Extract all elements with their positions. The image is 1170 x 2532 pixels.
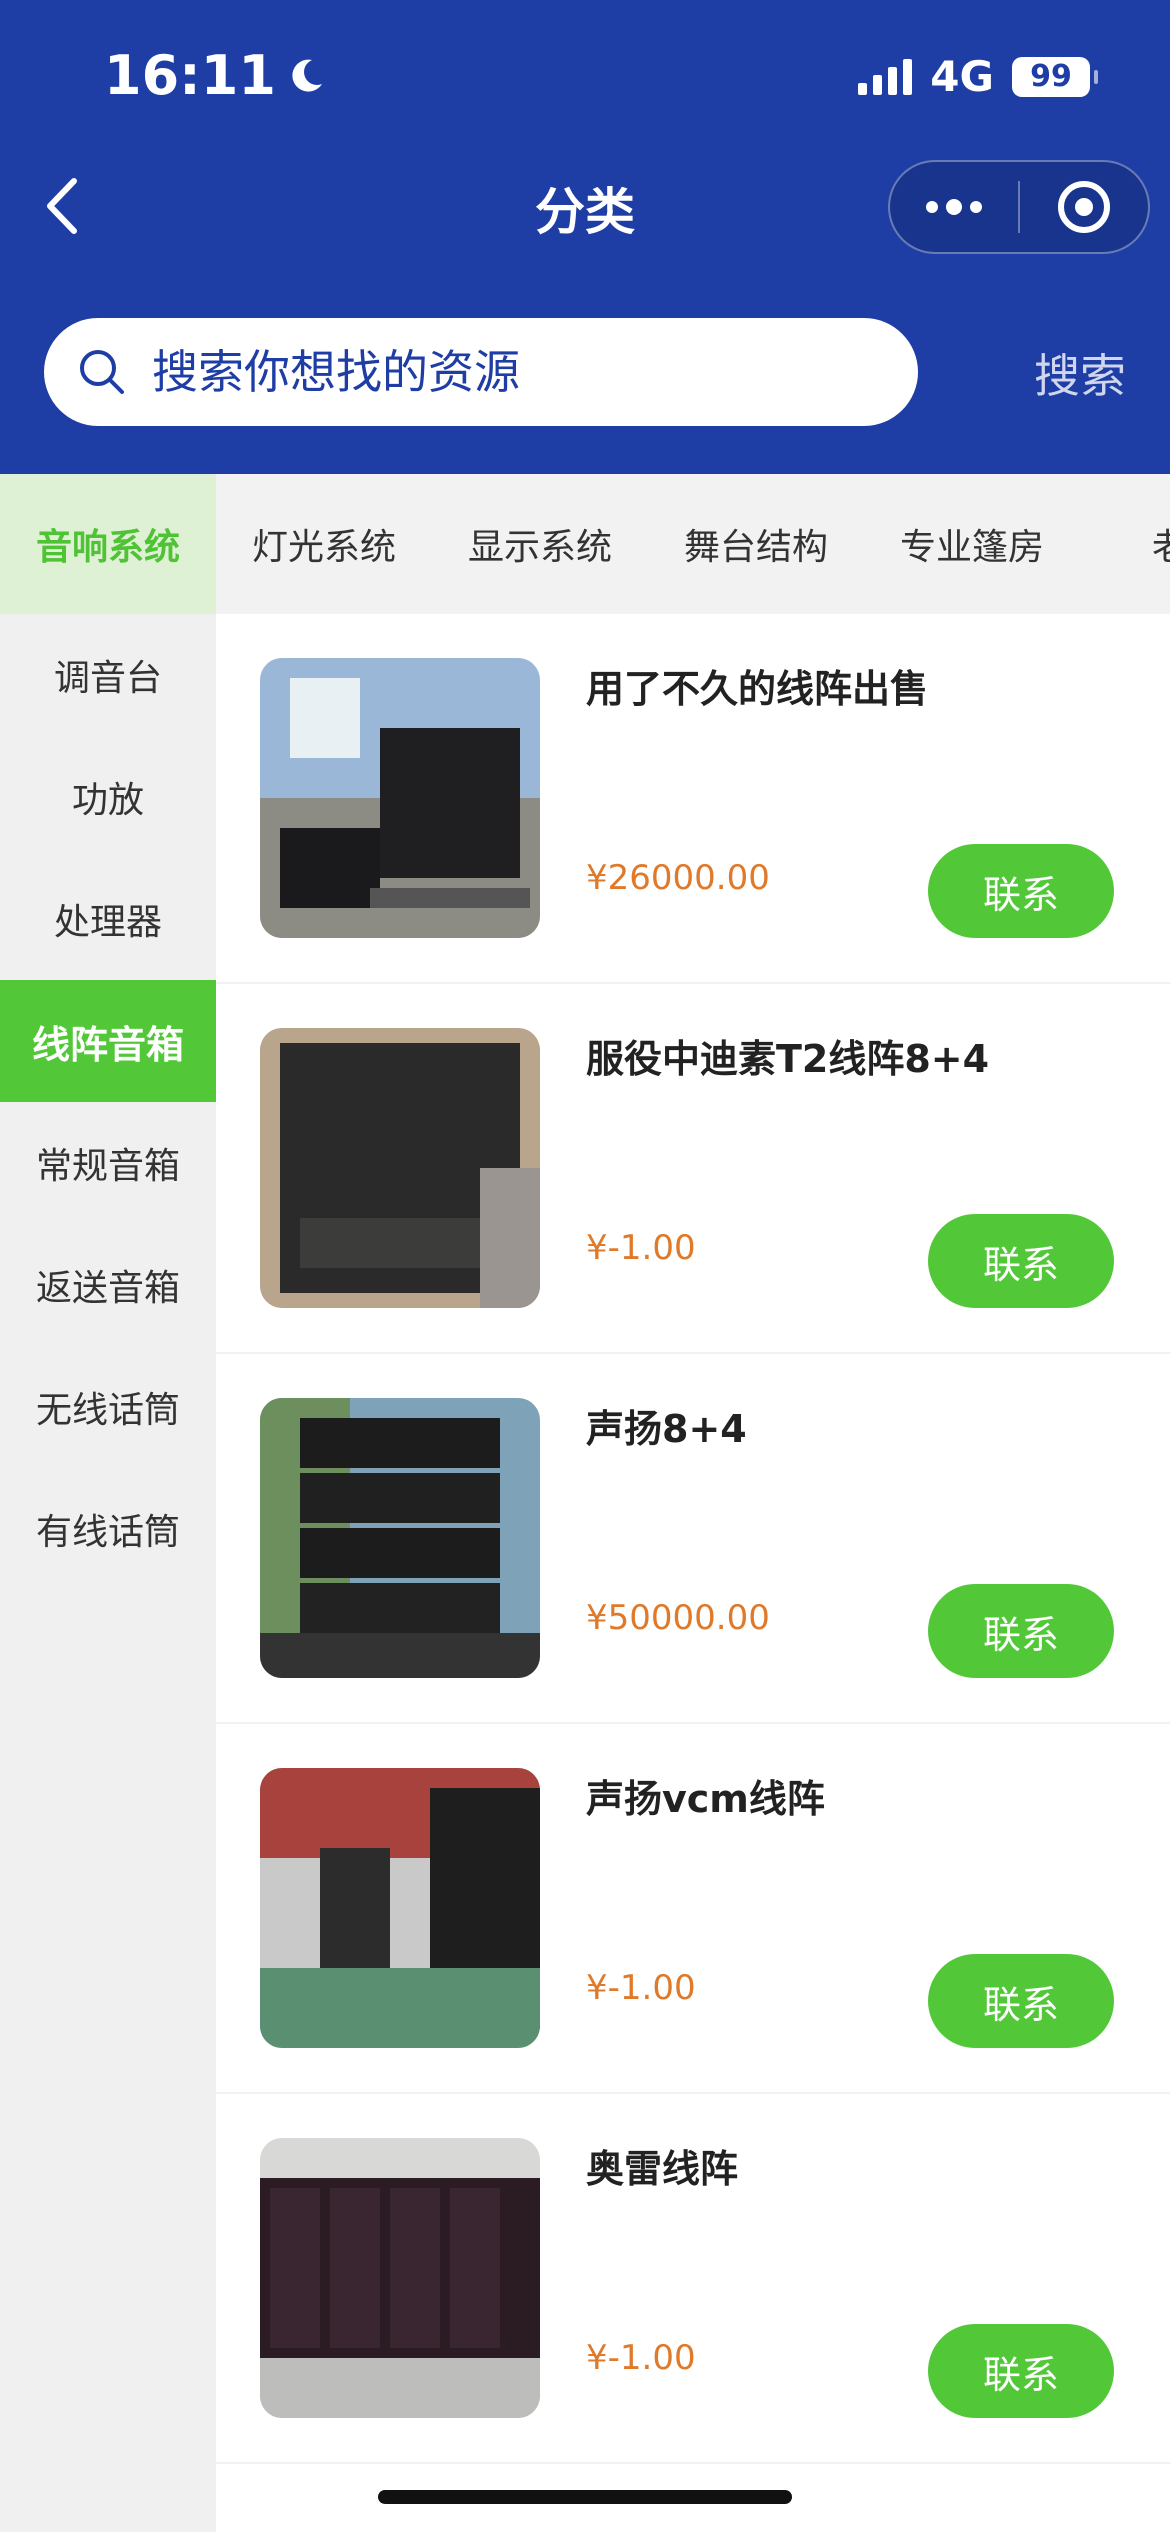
home-indicator	[378, 2490, 792, 2504]
more-button[interactable]	[890, 162, 1018, 252]
sidebar-item-wired-mic[interactable]: 有线话筒	[0, 1468, 216, 1590]
product-title: 奥雷线阵	[586, 2147, 739, 2191]
list-item[interactable]: 奥雷线阵 ¥-1.00 联系	[216, 2094, 1170, 2464]
target-icon	[1058, 181, 1110, 233]
product-image	[260, 2138, 540, 2418]
product-title: 服役中迪素T2线阵8+4	[586, 1037, 990, 1081]
moon-icon	[292, 59, 322, 92]
tab-tent[interactable]: 专业篷房	[864, 474, 1080, 614]
search-box	[44, 318, 918, 426]
sidebar-item-regular-speaker[interactable]: 常规音箱	[0, 1102, 216, 1224]
product-image	[260, 1398, 540, 1678]
more-dots-icon	[926, 199, 982, 215]
app-root: 16:11 4G 99 分类 搜索 音响系统 灯光系统 显示系统 舞台结构	[0, 0, 1170, 2532]
sidebar-item-monitor-speaker[interactable]: 返送音箱	[0, 1224, 216, 1346]
search-input[interactable]	[152, 345, 872, 399]
product-image	[260, 1768, 540, 2048]
contact-button[interactable]: 联系	[928, 1214, 1114, 1308]
list-item[interactable]: 用了不久的线阵出售 ¥26000.00 联系	[216, 614, 1170, 984]
sidebar-item-line-array[interactable]: 线阵音箱	[0, 980, 216, 1102]
status-indicators: 4G 99	[858, 52, 1098, 101]
contact-button[interactable]: 联系	[928, 844, 1114, 938]
product-title: 声扬8+4	[586, 1407, 747, 1451]
sidebar-item-processor[interactable]: 处理器	[0, 858, 216, 980]
contact-button[interactable]: 联系	[928, 1584, 1114, 1678]
category-tabs: 音响系统 灯光系统 显示系统 舞台结构 专业篷房 老硕	[0, 474, 1170, 614]
status-time: 16:11	[104, 44, 326, 107]
signal-icon	[858, 58, 913, 95]
product-title: 用了不久的线阵出售	[586, 667, 929, 711]
list-item[interactable]: 声扬vcm线阵 ¥-1.00 联系	[216, 1724, 1170, 2094]
product-title: 声扬vcm线阵	[586, 1777, 825, 1821]
tab-more[interactable]: 老硕	[1080, 474, 1170, 614]
battery-icon: 99	[1012, 56, 1098, 97]
product-image	[260, 1028, 540, 1308]
sidebar-item-mixer[interactable]: 调音台	[0, 614, 216, 736]
search-button[interactable]: 搜索	[1034, 340, 1126, 406]
close-button[interactable]	[1020, 162, 1148, 252]
product-image	[260, 658, 540, 938]
product-price: ¥-1.00	[586, 1228, 696, 1268]
search-icon	[72, 342, 132, 402]
time-text: 16:11	[104, 44, 276, 107]
sidebar: 调音台 功放 处理器 线阵音箱 常规音箱 返送音箱 无线话筒 有线话筒	[0, 614, 216, 2532]
tab-lighting-system[interactable]: 灯光系统	[216, 474, 432, 614]
product-list: 用了不久的线阵出售 ¥26000.00 联系 服役中迪素T2线阵8+4 ¥-1.…	[216, 614, 1170, 2532]
sidebar-item-wireless-mic[interactable]: 无线话筒	[0, 1346, 216, 1468]
mini-program-capsule	[888, 160, 1150, 254]
sidebar-item-amplifier[interactable]: 功放	[0, 736, 216, 858]
product-price: ¥-1.00	[586, 2338, 696, 2378]
product-price: ¥50000.00	[586, 1598, 770, 1638]
tab-display-system[interactable]: 显示系统	[432, 474, 648, 614]
list-item[interactable]: 声扬8+4 ¥50000.00 联系	[216, 1354, 1170, 1724]
list-item[interactable]: 服役中迪素T2线阵8+4 ¥-1.00 联系	[216, 984, 1170, 1354]
product-price: ¥26000.00	[586, 858, 770, 898]
tab-audio-system[interactable]: 音响系统	[0, 474, 216, 614]
header: 16:11 4G 99 分类 搜索	[0, 0, 1170, 474]
tab-stage-structure[interactable]: 舞台结构	[648, 474, 864, 614]
battery-level: 99	[1030, 59, 1072, 94]
network-label: 4G	[930, 52, 994, 101]
contact-button[interactable]: 联系	[928, 1954, 1114, 2048]
contact-button[interactable]: 联系	[928, 2324, 1114, 2418]
product-price: ¥-1.00	[586, 1968, 696, 2008]
